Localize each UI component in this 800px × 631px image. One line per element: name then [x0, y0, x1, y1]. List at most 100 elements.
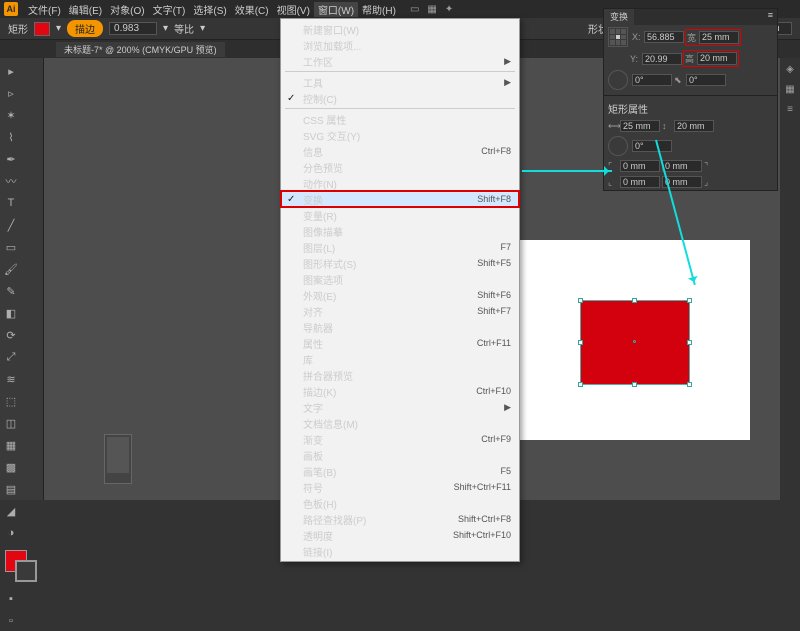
menu-item[interactable]: 链接(I)	[281, 543, 519, 559]
menu-item[interactable]: 描边(K)Ctrl+F10	[281, 383, 519, 399]
line-tool-icon[interactable]: ╱	[1, 215, 21, 235]
blend-tool-icon[interactable]: ◑	[1, 523, 21, 543]
panel-tab-transform[interactable]: 变换	[604, 9, 634, 25]
menu-item[interactable]: 色板(H)	[281, 495, 519, 511]
dropdown-arrow-icon[interactable]: ▾	[163, 23, 168, 34]
free-transform-tool-icon[interactable]: ⬚	[1, 391, 21, 411]
menu-item[interactable]: 渐变Ctrl+F9	[281, 431, 519, 447]
shear-input[interactable]: 0°	[686, 74, 726, 86]
menu-item[interactable]: 属性Ctrl+F11	[281, 335, 519, 351]
menu-item[interactable]: 选择(S)	[189, 2, 230, 17]
shape-builder-tool-icon[interactable]: ◫	[1, 413, 21, 433]
menu-item[interactable]: 导航器	[281, 319, 519, 335]
stroke-button[interactable]: 描边	[67, 20, 103, 37]
menu-item[interactable]: 透明度Shift+Ctrl+F10	[281, 527, 519, 543]
menu-item[interactable]: 图案选项	[281, 271, 519, 287]
panel-icon[interactable]: ◈	[781, 60, 799, 78]
type-tool-icon[interactable]: T	[1, 193, 21, 213]
menu-item[interactable]: ✓控制(C)	[281, 90, 519, 106]
resize-handle[interactable]	[687, 382, 692, 387]
menu-item[interactable]: 图形样式(S)Shift+F5	[281, 255, 519, 271]
selection-tool-icon[interactable]: ▸	[1, 61, 21, 81]
fill-stroke-swatch[interactable]	[5, 550, 37, 582]
dropdown-arrow-icon[interactable]: ▾	[200, 23, 205, 34]
lasso-tool-icon[interactable]: ⌇	[1, 127, 21, 147]
rectangle-tool-icon[interactable]: ▭	[1, 237, 21, 257]
panel-icon[interactable]: ▦	[781, 80, 799, 98]
rect-width-input[interactable]: 25 mm	[620, 120, 660, 132]
artboard-thumbnail[interactable]	[104, 434, 132, 484]
y-input[interactable]: 20.99	[642, 53, 682, 65]
menu-item[interactable]: 图像描摹	[281, 223, 519, 239]
menu-item[interactable]: 文字▶	[281, 399, 519, 415]
stroke-weight-input[interactable]: 0.983	[109, 22, 157, 35]
menu-item[interactable]: 画笔(B)F5	[281, 463, 519, 479]
reference-point-selector[interactable]	[608, 27, 628, 47]
menu-item[interactable]: 库	[281, 351, 519, 367]
menu-item[interactable]: 路径查找器(P)Shift+Ctrl+F8	[281, 511, 519, 527]
menu-item[interactable]: 拼合器预览	[281, 367, 519, 383]
dropdown-arrow-icon[interactable]: ▾	[56, 23, 61, 34]
gradient-tool-icon[interactable]: ▤	[1, 479, 21, 499]
menu-item[interactable]: 工作区▶	[281, 53, 519, 69]
menubar-icon[interactable]: ▭	[410, 4, 419, 15]
rotate-input[interactable]: 0°	[632, 74, 672, 86]
panel-menu-icon[interactable]: ≡	[764, 9, 777, 25]
artboard[interactable]	[510, 240, 750, 440]
menu-item[interactable]: 对象(O)	[106, 2, 148, 17]
resize-handle[interactable]	[632, 298, 637, 303]
center-point[interactable]	[633, 340, 636, 343]
corner-radius-input[interactable]: 0 mm	[662, 176, 702, 188]
shaper-tool-icon[interactable]: ✎	[1, 281, 21, 301]
resize-handle[interactable]	[632, 382, 637, 387]
menubar-icon[interactable]: ✦	[445, 4, 453, 15]
menu-item[interactable]: 效果(C)	[231, 2, 273, 17]
scale-tool-icon[interactable]: ⤢	[1, 347, 21, 367]
menu-item[interactable]: CSS 属性	[281, 111, 519, 127]
resize-handle[interactable]	[578, 382, 583, 387]
menu-item[interactable]: ✓变换Shift+F8	[281, 191, 519, 207]
width-tool-icon[interactable]: ≋	[1, 369, 21, 389]
rect-height-input[interactable]: 20 mm	[674, 120, 714, 132]
menu-item[interactable]: 文件(F)	[24, 2, 65, 17]
panel-icon[interactable]: ≡	[781, 100, 799, 118]
curvature-tool-icon[interactable]: 〰	[1, 171, 21, 191]
corner-radius-input[interactable]: 0 mm	[620, 160, 660, 172]
resize-handle[interactable]	[687, 298, 692, 303]
menu-item[interactable]: 外观(E)Shift+F6	[281, 287, 519, 303]
pen-tool-icon[interactable]: ✒	[1, 149, 21, 169]
corner-radius-input[interactable]: 0 mm	[662, 160, 702, 172]
angle-dial-icon[interactable]	[608, 136, 628, 156]
menu-item[interactable]: 文字(T)	[149, 2, 190, 17]
menu-item[interactable]: SVG 交互(Y)	[281, 127, 519, 143]
x-input[interactable]: 56.885	[644, 31, 684, 43]
menu-item[interactable]: 变量(R)	[281, 207, 519, 223]
menu-item[interactable]: 符号Shift+Ctrl+F11	[281, 479, 519, 495]
fill-swatch[interactable]	[34, 22, 50, 36]
perspective-tool-icon[interactable]: ▦	[1, 435, 21, 455]
direct-selection-tool-icon[interactable]: ▹	[1, 83, 21, 103]
menu-item[interactable]: 画板	[281, 447, 519, 463]
menu-item[interactable]: 浏览加载项...	[281, 37, 519, 53]
menubar-icon[interactable]: ▦	[427, 4, 436, 15]
color-mode-icon[interactable]: ▪	[1, 589, 21, 609]
width-input[interactable]: 25 mm	[699, 31, 739, 44]
corner-radius-input[interactable]: 0 mm	[620, 176, 660, 188]
rect-angle-input[interactable]: 0°	[632, 140, 672, 152]
mesh-tool-icon[interactable]: ▩	[1, 457, 21, 477]
resize-handle[interactable]	[578, 340, 583, 345]
menu-item[interactable]: 分色预览	[281, 159, 519, 175]
menu-item[interactable]: 动作(N)	[281, 175, 519, 191]
resize-handle[interactable]	[687, 340, 692, 345]
angle-dial-icon[interactable]	[608, 70, 628, 90]
menu-item[interactable]: 视图(V)	[273, 2, 314, 17]
screen-mode-icon[interactable]: ▫	[1, 611, 21, 631]
menu-item[interactable]: 对齐Shift+F7	[281, 303, 519, 319]
document-tab[interactable]: 未标题-7* @ 200% (CMYK/GPU 预览)	[56, 42, 225, 57]
menu-item[interactable]: 编辑(E)	[65, 2, 106, 17]
menu-item[interactable]: 窗口(W)	[314, 2, 358, 17]
eraser-tool-icon[interactable]: ◧	[1, 303, 21, 323]
paintbrush-tool-icon[interactable]: 🖌	[1, 259, 21, 279]
rotate-tool-icon[interactable]: ⟳	[1, 325, 21, 345]
height-input[interactable]: 20 mm	[697, 52, 737, 65]
